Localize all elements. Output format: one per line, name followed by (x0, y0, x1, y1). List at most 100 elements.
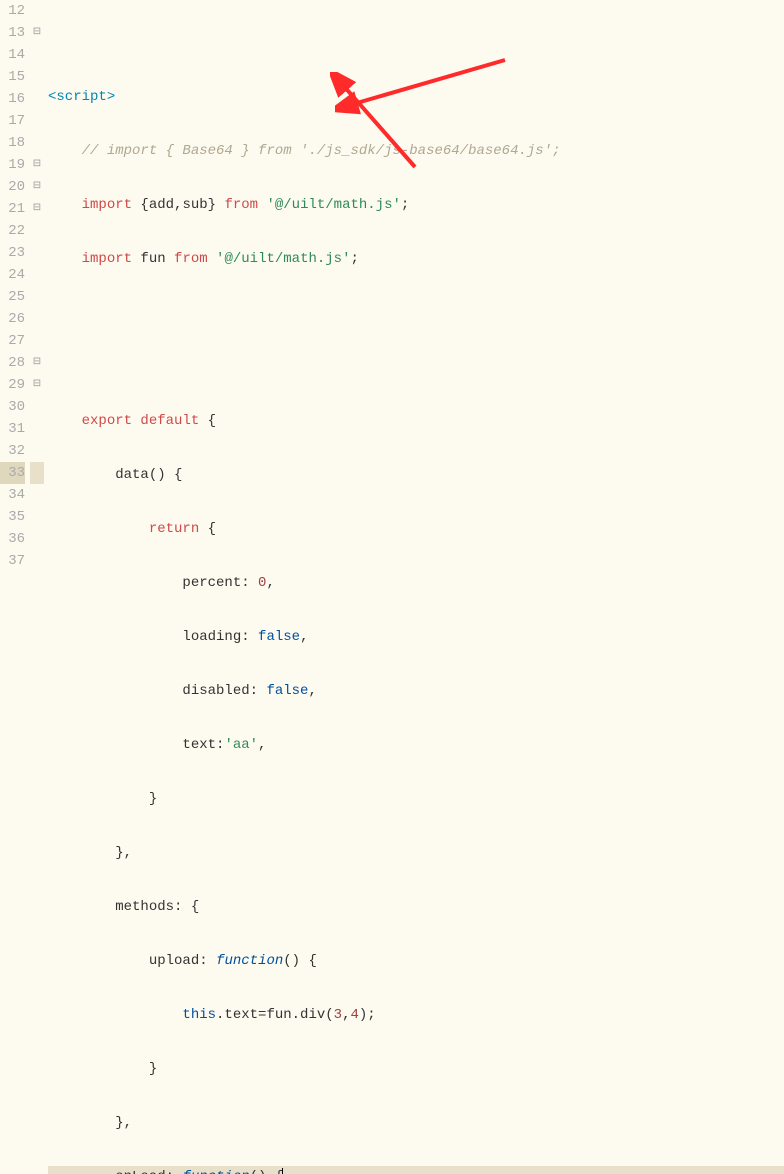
method-name: data (115, 467, 149, 483)
property-key: loading (182, 629, 241, 645)
code-line[interactable] (48, 356, 784, 378)
line-number: 29 (0, 374, 25, 396)
code-line[interactable]: import fun from '@/uilt/math.js'; (48, 248, 784, 270)
keyword-function: function (216, 953, 283, 969)
fold-marker[interactable] (30, 220, 44, 242)
property-key: disabled (182, 683, 249, 699)
comma: , (258, 737, 266, 753)
fold-marker[interactable]: ⊟ (30, 154, 44, 176)
code-line[interactable]: data() { (48, 464, 784, 486)
line-number: 15 (0, 66, 25, 88)
code-line[interactable]: import {add,sub} from '@/uilt/math.js'; (48, 194, 784, 216)
line-number: 23 (0, 242, 25, 264)
code-line[interactable]: percent: 0, (48, 572, 784, 594)
code-line[interactable]: this.text=fun.div(3,4); (48, 1004, 784, 1026)
fold-marker[interactable] (30, 0, 44, 22)
tag-name: script (56, 89, 106, 105)
comment: // import { Base64 } from './js_sdk/js-b… (82, 143, 561, 159)
line-number: 33 (0, 462, 25, 484)
brace: }, (115, 845, 132, 861)
line-number: 26 (0, 308, 25, 330)
code-line[interactable]: upload: function() { (48, 950, 784, 972)
number-literal: 3 (334, 1007, 342, 1023)
fold-marker[interactable] (30, 550, 44, 572)
fold-marker[interactable] (30, 330, 44, 352)
string-literal: 'aa' (224, 737, 258, 753)
text-caret (282, 1168, 283, 1174)
line-number: 21 (0, 198, 25, 220)
semicolon: ; (401, 197, 409, 213)
parens: () { (250, 1169, 284, 1174)
code-line[interactable]: } (48, 1058, 784, 1080)
tag-close: > (107, 89, 115, 105)
close-paren: ); (359, 1007, 376, 1023)
fold-marker[interactable] (30, 418, 44, 440)
code-line[interactable]: loading: false, (48, 626, 784, 648)
colon: : (241, 575, 258, 591)
comma: , (342, 1007, 350, 1023)
code-line[interactable]: disabled: false, (48, 680, 784, 702)
fold-marker[interactable] (30, 462, 44, 484)
code-line[interactable] (48, 302, 784, 324)
fold-marker[interactable] (30, 506, 44, 528)
fold-marker[interactable]: ⊟ (30, 176, 44, 198)
code-area[interactable]: <script> // import { Base64 } from './js… (44, 0, 784, 587)
fold-marker[interactable] (30, 440, 44, 462)
code-line[interactable]: <script> (48, 86, 784, 108)
fold-marker[interactable] (30, 242, 44, 264)
fold-marker[interactable]: ⊟ (30, 198, 44, 220)
fold-marker[interactable]: ⊟ (30, 22, 44, 44)
string-literal: '@/uilt/math.js' (208, 251, 351, 267)
brace: : { (174, 899, 199, 915)
code-line[interactable] (48, 32, 784, 54)
line-number: 34 (0, 484, 25, 506)
fold-marker[interactable] (30, 44, 44, 66)
brace: { (208, 413, 216, 429)
line-number: 36 (0, 528, 25, 550)
code-line[interactable]: export default { (48, 410, 784, 432)
line-number: 37 (0, 550, 25, 572)
code-line[interactable]: }, (48, 842, 784, 864)
property-key: onLoad (115, 1169, 165, 1174)
number-literal: 4 (350, 1007, 358, 1023)
string-literal: '@/uilt/math.js' (258, 197, 401, 213)
fold-marker[interactable]: ⊟ (30, 374, 44, 396)
keyword-return: return (149, 521, 199, 537)
fold-marker[interactable] (30, 484, 44, 506)
code-line[interactable]: }, (48, 1112, 784, 1134)
line-number: 28 (0, 352, 25, 374)
boolean-literal: false (258, 629, 300, 645)
fold-marker[interactable] (30, 132, 44, 154)
code-line[interactable]: methods: { (48, 896, 784, 918)
line-number: 32 (0, 440, 25, 462)
code-editor[interactable]: 12 13 14 15 16 17 18 19 20 21 22 23 24 2… (0, 0, 784, 587)
fold-marker[interactable] (30, 286, 44, 308)
line-number: 35 (0, 506, 25, 528)
fold-marker[interactable] (30, 66, 44, 88)
code-line[interactable]: text:'aa', (48, 734, 784, 756)
fold-marker[interactable] (30, 88, 44, 110)
line-number: 14 (0, 44, 25, 66)
line-number: 30 (0, 396, 25, 418)
parens: () { (283, 953, 317, 969)
keyword-default: default (132, 413, 208, 429)
expression: .text=fun.div( (216, 1007, 334, 1023)
code-line[interactable]: // import { Base64 } from './js_sdk/js-b… (48, 140, 784, 162)
code-line[interactable]: return { (48, 518, 784, 540)
line-number: 25 (0, 286, 25, 308)
code-line[interactable]: } (48, 788, 784, 810)
colon: : (199, 953, 216, 969)
keyword-export: export (82, 413, 132, 429)
fold-marker[interactable] (30, 110, 44, 132)
fold-marker[interactable]: ⊟ (30, 352, 44, 374)
line-number: 27 (0, 330, 25, 352)
brace: } (149, 791, 157, 807)
fold-marker[interactable] (30, 264, 44, 286)
parens: () { (149, 467, 183, 483)
fold-marker[interactable] (30, 308, 44, 330)
fold-marker[interactable] (30, 528, 44, 550)
code-line-current[interactable]: onLoad: function() { (48, 1166, 784, 1174)
colon: : (250, 683, 267, 699)
keyword-this: this (182, 1007, 216, 1023)
fold-marker[interactable] (30, 396, 44, 418)
